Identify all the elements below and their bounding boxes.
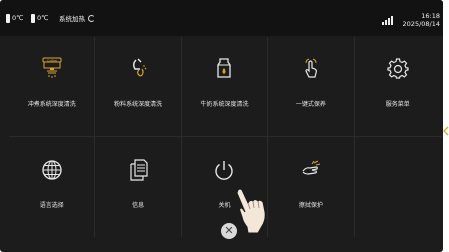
thermometer-icon bbox=[31, 13, 35, 23]
globe-icon bbox=[41, 159, 63, 181]
tile-info[interactable]: 信息 bbox=[95, 137, 182, 237]
tile-one-key-maintenance[interactable]: 一键式保养 bbox=[268, 37, 355, 137]
powder-cleaning-icon bbox=[127, 57, 149, 79]
tile-label: 信息 bbox=[132, 202, 145, 209]
tile-service-menu[interactable]: 服务菜单 bbox=[354, 37, 441, 137]
power-icon bbox=[213, 159, 235, 181]
time-text: 16:18 bbox=[421, 12, 440, 20]
tile-label: 服务菜单 bbox=[385, 101, 410, 108]
tile-language-select[interactable]: 语言选择 bbox=[9, 137, 96, 237]
date-text: 2025/08/14 bbox=[402, 20, 440, 28]
tile-label: 擦拭保护 bbox=[298, 202, 323, 209]
tap-hand-icon bbox=[300, 57, 322, 79]
document-icon bbox=[127, 159, 149, 181]
tile-brew-system-clean[interactable]: Coffee 冲煮系统深度清洗 bbox=[9, 37, 96, 137]
tile-powder-system-clean[interactable]: 粉料系统深度清洗 bbox=[95, 37, 182, 137]
pointing-hand-icon bbox=[234, 187, 270, 235]
tile-empty bbox=[355, 137, 441, 237]
tile-label: 一键式保养 bbox=[295, 101, 326, 108]
tile-label: 粉料系统深度清洗 bbox=[114, 101, 163, 108]
gear-icon bbox=[387, 57, 409, 79]
wipe-hand-icon bbox=[300, 159, 322, 181]
temperature-2-value: 0℃ bbox=[37, 14, 49, 22]
clock: 16:18 2025/08/14 bbox=[396, 12, 440, 28]
side-panel-arrow-icon[interactable] bbox=[443, 126, 449, 136]
loading-icon bbox=[88, 14, 95, 22]
thermometer-icon bbox=[6, 13, 10, 23]
menu-grid: Coffee 冲煮系统深度清洗 粉料系统深度清洗 牛奶系统深度清洗 一键式保养 … bbox=[9, 37, 441, 237]
system-status: 系统加热 bbox=[59, 13, 95, 23]
status-bar: 0℃ 0℃ 系统加热 16:18 2025/08/14 bbox=[0, 0, 443, 36]
signal-icon bbox=[382, 16, 394, 25]
temperature-1: 0℃ bbox=[6, 13, 23, 23]
touch-screen: 0℃ 0℃ 系统加热 16:18 2025/08/14 Coffee 冲煮系统深… bbox=[0, 0, 443, 252]
milk-carton-icon bbox=[213, 57, 235, 79]
tile-label: 牛奶系统深度清洗 bbox=[200, 101, 249, 108]
coffee-machine-icon: Coffee bbox=[41, 57, 63, 79]
temperature-2: 0℃ bbox=[31, 13, 48, 23]
tile-label: 冲煮系统深度清洗 bbox=[27, 101, 76, 108]
tile-wipe-protection[interactable]: 擦拭保护 bbox=[268, 137, 355, 237]
tile-label: 语言选择 bbox=[39, 202, 64, 209]
system-status-text: 系统加热 bbox=[59, 15, 85, 23]
temperature-1-value: 0℃ bbox=[12, 14, 24, 22]
tile-milk-system-clean[interactable]: 牛奶系统深度清洗 bbox=[181, 37, 269, 137]
